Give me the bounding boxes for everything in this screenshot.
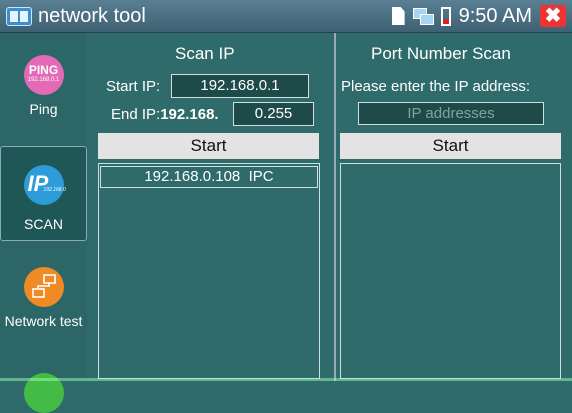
sidebar-item-label: SCAN — [24, 216, 63, 232]
network-nodes-icon — [31, 274, 56, 298]
title-bar: network tool 9:50 AM ✖ — [0, 0, 572, 33]
scan-ip-icon: IP 192.168.0 — [23, 165, 66, 205]
close-button[interactable]: ✖ — [540, 5, 566, 27]
ping-icon: PING 192.168.0.1 — [23, 55, 64, 95]
port-results-list[interactable] — [340, 163, 561, 379]
status-area: 9:50 AM ✖ — [391, 4, 566, 28]
start-ip-label: Start IP: — [106, 78, 161, 95]
sidebar-item-ping[interactable]: PING 192.168.0.1 Ping — [0, 55, 87, 117]
sidebar-item-scan[interactable]: IP 192.168.0 SCAN — [0, 146, 87, 241]
clock: 9:50 AM — [458, 4, 532, 27]
column-divider — [334, 33, 336, 381]
ip-prompt-label: Please enter the IP address: — [341, 78, 531, 95]
port-scan-title: Port Number Scan — [371, 44, 511, 63]
sidebar: PING 192.168.0.1 Ping IP 192.168.0 SCAN … — [0, 33, 87, 413]
port-scan-start-button[interactable]: Start — [340, 133, 561, 159]
ip-address-input[interactable]: IP addresses — [358, 102, 544, 125]
network-tool-app-icon — [6, 7, 32, 26]
close-icon: ✖ — [544, 5, 562, 27]
network-status-icon — [412, 8, 434, 25]
network-test-icon — [23, 267, 64, 307]
scan-ip-title: Scan IP — [175, 44, 235, 63]
end-ip-label: End IP:192.168. — [111, 106, 219, 123]
scan-results-list[interactable]: 192.168.0.108 IPC — [98, 163, 320, 379]
sidebar-item-label: Ping — [29, 101, 58, 117]
sidebar-item-label: Network test — [4, 313, 83, 329]
battery-icon — [440, 6, 451, 26]
app-title: network tool — [38, 5, 146, 27]
sd-card-icon — [391, 7, 405, 25]
list-item[interactable]: 192.168.0.108 IPC — [100, 166, 318, 188]
sidebar-item-network-test[interactable]: Network test — [0, 267, 87, 330]
end-ip-input[interactable]: 0.255 — [233, 102, 314, 126]
scan-ip-start-button[interactable]: Start — [98, 133, 319, 159]
start-ip-input[interactable]: 192.168.0.1 — [171, 74, 309, 98]
